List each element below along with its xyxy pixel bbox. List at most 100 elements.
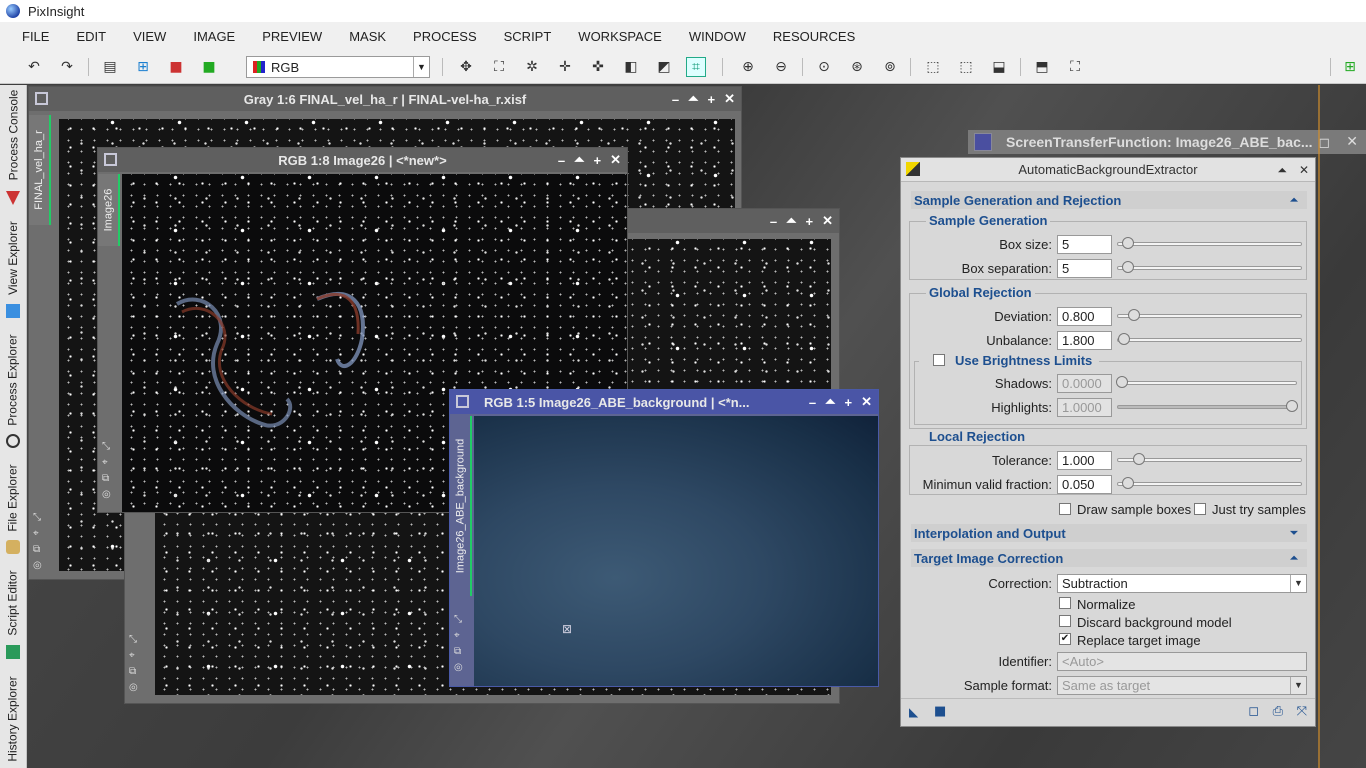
pan-icon[interactable]: ✥	[456, 57, 476, 77]
shade-icon[interactable]: ⏶	[688, 91, 698, 107]
tab-history-explorer[interactable]: History Explorer	[0, 670, 26, 768]
slider-knob[interactable]	[1122, 237, 1134, 249]
window-titlebar[interactable]: RGB 1:5 Image26_ABE_background | <*n... …	[450, 390, 878, 414]
zoom-fit-icon[interactable]: ⛶	[489, 57, 509, 77]
close-icon[interactable]: ✕	[724, 91, 735, 107]
menu-edit[interactable]: EDIT	[66, 29, 116, 44]
replace-target-checkbox[interactable]: ✔	[1059, 633, 1071, 645]
move-icon[interactable]: ✛	[555, 57, 575, 77]
min-valid-fraction-slider[interactable]	[1117, 477, 1302, 489]
new-preview-icon[interactable]: ◧	[621, 57, 641, 77]
add-workspace-icon[interactable]: ⊞	[1340, 57, 1360, 77]
expand-icon[interactable]: ⏷	[1287, 526, 1301, 540]
select-preview-icon[interactable]: ⬚	[956, 57, 976, 77]
box-separation-input[interactable]: 5	[1057, 259, 1112, 278]
tolerance-slider[interactable]	[1117, 453, 1302, 465]
maximize-icon[interactable]: +	[708, 92, 716, 107]
shadows-slider[interactable]	[1116, 376, 1297, 388]
deviation-slider[interactable]	[1117, 309, 1302, 321]
view-tab[interactable]: Image26_ABE_background	[450, 416, 472, 596]
shade-icon[interactable]: ⏶	[786, 213, 796, 229]
tab-process-explorer[interactable]: Process Explorer	[0, 325, 26, 435]
minimize-icon[interactable]: –	[770, 214, 777, 229]
section-target-correction[interactable]: Target Image Correction ⏶	[911, 549, 1307, 567]
discard-model-checkbox[interactable]	[1059, 615, 1071, 627]
maximize-icon[interactable]: +	[806, 214, 814, 229]
section-sample-gen-rej[interactable]: Sample Generation and Rejection ⏶	[911, 191, 1307, 209]
close-icon[interactable]: ✕	[822, 213, 833, 229]
edit-preview-icon[interactable]: ◩	[654, 57, 674, 77]
zoom-out-icon[interactable]: ⊖	[771, 57, 791, 77]
menu-workspace[interactable]: WORKSPACE	[568, 29, 672, 44]
abe-titlebar[interactable]: AutomaticBackgroundExtractor ⏶ ✕	[901, 158, 1315, 182]
shade-icon[interactable]: ⏶	[574, 152, 584, 168]
normalize-checkbox[interactable]	[1059, 597, 1071, 609]
browse-docs-icon[interactable]: ◻	[1248, 704, 1259, 719]
color-mode-select[interactable]: RGB ▼	[246, 56, 430, 78]
view-tab[interactable]: FINAL_vel_ha_r	[29, 115, 51, 225]
reset-icon[interactable]: ⤧	[1297, 704, 1307, 719]
close-icon[interactable]: ✕	[1346, 133, 1358, 150]
box-size-input[interactable]: 5	[1057, 235, 1112, 254]
highlights-slider[interactable]	[1117, 400, 1298, 412]
slider-knob[interactable]	[1122, 261, 1134, 273]
close-icon[interactable]: ✕	[1299, 163, 1309, 177]
unbalance-slider[interactable]	[1117, 333, 1302, 345]
maximize-view-icon[interactable]: ⬒	[1032, 57, 1052, 77]
tab-view-explorer[interactable]: View Explorer	[0, 213, 26, 303]
slider-knob[interactable]	[1122, 477, 1134, 489]
zoom-1-1-icon[interactable]: ⊙	[814, 57, 834, 77]
identifier-input[interactable]: <Auto>	[1057, 652, 1307, 671]
tab-process-console[interactable]: Process Console	[0, 85, 26, 185]
image-window-abe-background[interactable]: RGB 1:5 Image26_ABE_background | <*n... …	[449, 389, 879, 687]
extract-channels-icon[interactable]: ■	[166, 57, 186, 77]
close-icon[interactable]: ✕	[861, 394, 872, 410]
menu-view[interactable]: VIEW	[123, 29, 176, 44]
tab-script-editor[interactable]: Script Editor	[0, 560, 26, 645]
deviation-input[interactable]: 0.800	[1057, 307, 1112, 326]
select-all-icon[interactable]: ⬚	[923, 57, 943, 77]
minimize-icon[interactable]: –	[809, 395, 816, 410]
menu-preview[interactable]: PREVIEW	[252, 29, 332, 44]
fullscreen-icon[interactable]: ⛶	[1065, 57, 1085, 77]
save-icon[interactable]: ⎙	[1273, 704, 1283, 719]
combine-channels-icon[interactable]: ■	[199, 57, 219, 77]
redo-icon[interactable]: ↷	[57, 57, 77, 77]
fit-window-icon[interactable]: ⬓	[989, 57, 1009, 77]
close-icon[interactable]: ✕	[610, 152, 621, 168]
highlights-input[interactable]: 1.0000	[1057, 398, 1112, 417]
clone-image-icon[interactable]: ⊞	[133, 57, 153, 77]
menu-mask[interactable]: MASK	[339, 29, 396, 44]
unbalance-input[interactable]: 1.800	[1057, 331, 1112, 350]
float-icon[interactable]: ◻	[1318, 134, 1330, 151]
stf-window-bar[interactable]: ScreenTransferFunction: Image26_ABE_bac.…	[968, 130, 1366, 154]
just-try-samples-checkbox[interactable]	[1194, 503, 1206, 515]
slider-knob[interactable]	[1286, 400, 1298, 412]
window-titlebar[interactable]: RGB 1:8 Image26 | <*new*> – ⏶ + ✕	[98, 148, 627, 172]
draw-sample-boxes-checkbox[interactable]	[1059, 503, 1071, 515]
dynamic-crop-icon[interactable]: ⌗	[686, 57, 706, 77]
readout-icon[interactable]: ✲	[522, 57, 542, 77]
shadows-input[interactable]: 0.0000	[1057, 374, 1112, 393]
tolerance-input[interactable]: 1.000	[1057, 451, 1112, 470]
new-image-icon[interactable]: ▤	[100, 57, 120, 77]
section-interpolation-output[interactable]: Interpolation and Output ⏷	[911, 524, 1307, 542]
tab-file-explorer[interactable]: File Explorer	[0, 455, 26, 540]
use-brightness-limits-checkbox[interactable]	[933, 354, 945, 366]
slider-knob[interactable]	[1118, 333, 1130, 345]
zoom-fit-view-icon[interactable]: ⊛	[847, 57, 867, 77]
zoom-in-icon[interactable]: ⊕	[738, 57, 758, 77]
collapse-icon[interactable]: ⏶	[1287, 193, 1301, 207]
apply-global-icon[interactable]: ■	[934, 704, 946, 719]
new-instance-icon[interactable]: ◣	[909, 705, 918, 719]
minimize-icon[interactable]: –	[558, 153, 565, 168]
min-valid-fraction-input[interactable]: 0.050	[1057, 475, 1112, 494]
menu-file[interactable]: FILE	[12, 29, 59, 44]
sample-format-select[interactable]: Same as target ▼	[1057, 676, 1307, 695]
box-size-slider[interactable]	[1117, 237, 1302, 249]
slider-knob[interactable]	[1128, 309, 1140, 321]
box-separation-slider[interactable]	[1117, 261, 1302, 273]
menu-window[interactable]: WINDOW	[679, 29, 756, 44]
window-titlebar[interactable]: Gray 1:6 FINAL_vel_ha_r | FINAL-vel-ha_r…	[29, 87, 741, 111]
center-icon[interactable]: ✜	[588, 57, 608, 77]
